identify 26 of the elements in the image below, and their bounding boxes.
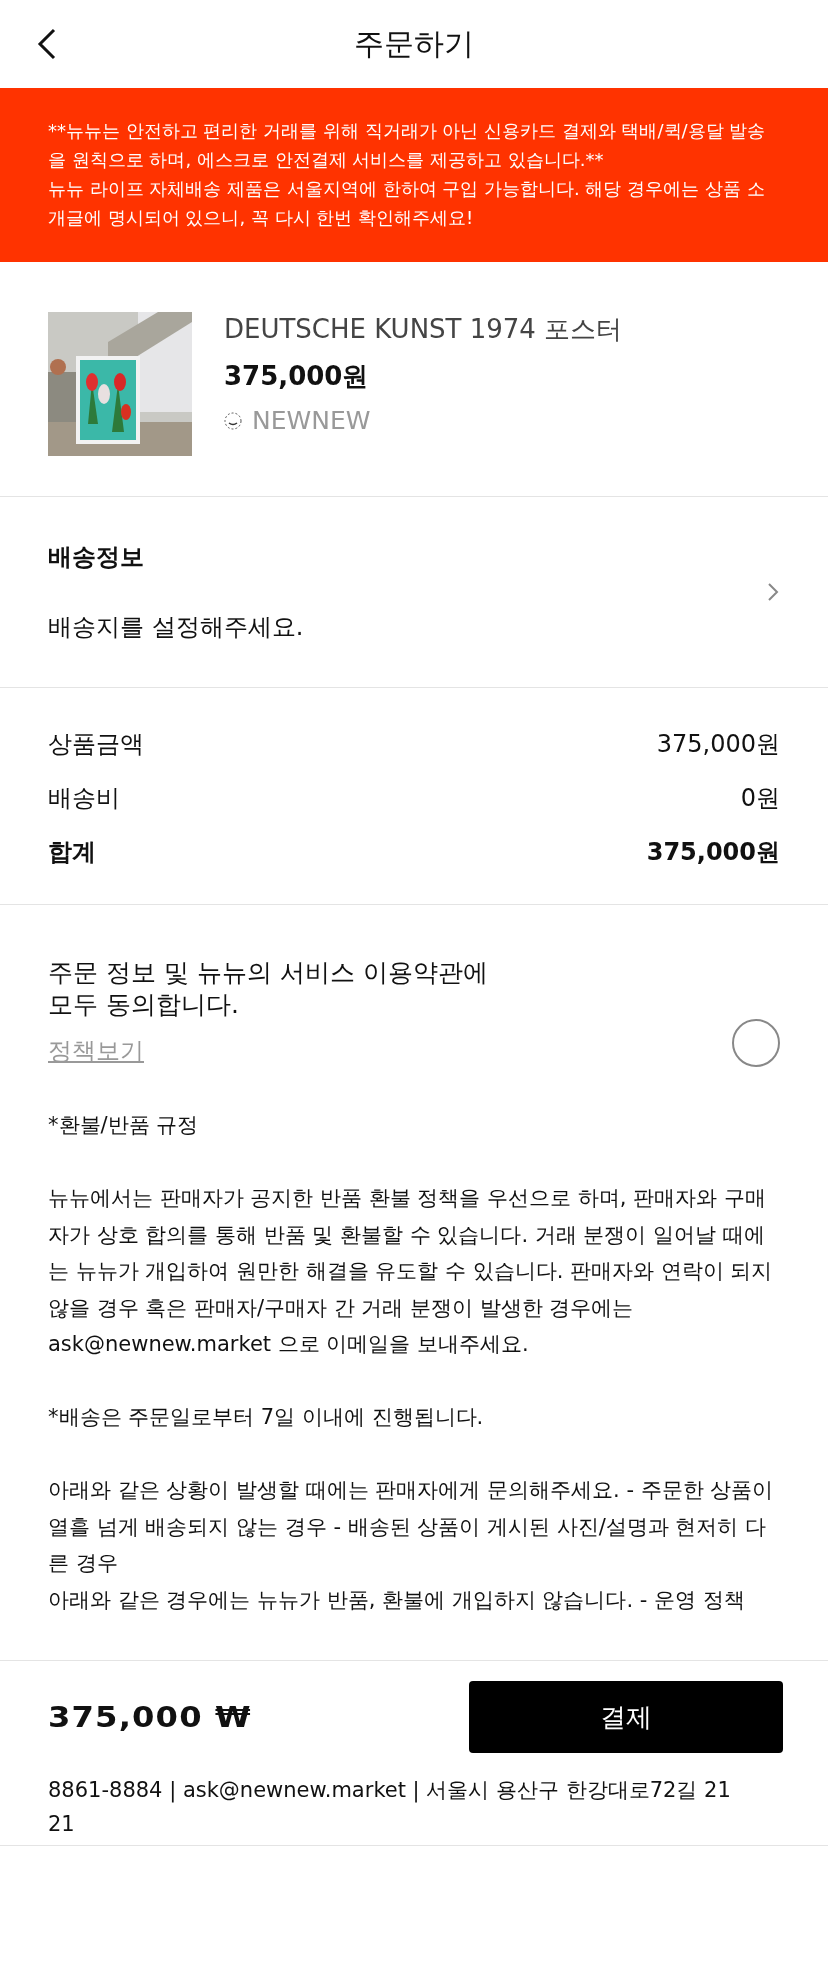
terms-text: *환불/반품 규정 [48, 1112, 200, 1139]
seller-logo-icon [224, 411, 242, 430]
total-price: 375,000 ₩ [48, 1700, 252, 1734]
summary-value: 0원 [740, 783, 780, 814]
page-title: 주문하기 [354, 24, 474, 63]
summary-value: 375,000원 [646, 837, 780, 868]
terms-text: 아래와 같은 상황이 발생할 때에는 판매자에게 문의해주세요. - 주문한 상품이 열흘 넘게 배송되지 않는 경우 - 배송된 상품이 게시된 사진/설명과 현저히 다른 경우 아래와 같은 경우에는 뉴뉴가 반품, 환불에 개입하지 않습니다. - 운영 정책 [48, 1477, 775, 1614]
seller-name: NEWNEW [252, 406, 371, 435]
summary-label: 상품금액 [48, 729, 144, 760]
shipping-info-row[interactable]: 배송정보 배송지를 설정해주세요. [0, 497, 828, 688]
agree-checkbox[interactable] [732, 1019, 780, 1067]
agreement-text: 주문 정보 및 뉴뉴의 서비스 이용약관에 모두 동의합니다. [48, 957, 488, 1021]
terms-text: *배송은 주문일로부터 7일 이내에 진행됩니다. [48, 1404, 485, 1431]
terms-text: 뉴뉴에서는 판매자가 공지한 반품 환불 정책을 우선으로 하며, 판매자와 구매자가 상호 합의를 통해 반품 및 환불할 수 있습니다. 거래 분쟁이 일어날 때에는 뉴뉴가 개입하여 원만한 해결을 유도할 수 있습니다. 판매자와 연락이 되지 않을 경우 혹은 판매자/구매자 간 거래 분쟁이 발생한 경우에는 ask@newnew.market 으로 이메일을 보내주세요. [48, 1185, 774, 1358]
footer-info: 8861-8884 | ask@newnew.market | 서울시 용산구 한강대로72길 21 21 [47, 1777, 732, 1838]
section-title: 배송정보 [48, 542, 145, 573]
product-name: DEUTSCHE KUNST 1974 포스터 [224, 313, 623, 346]
notice-text: **뉴뉴는 안전하고 편리한 거래를 위해 직거래가 아닌 신용카드 결제와 택배/퀵/용달 발송을 원칙으로 하며, 에스크로 안전결제 서비스를 제공하고 있습니다.** [48, 119, 767, 172]
product-price: 375,000원 [224, 360, 370, 393]
pay-button[interactable]: 결제 [469, 1681, 783, 1753]
address-placeholder: 배송지를 설정해주세요. [48, 612, 304, 643]
notice-text: 뉴뉴 라이프 자체배송 제품은 서울지역에 한하여 구입 가능합니다. 해당 경우에는 상품 소개글에 명시되어 있으니, 꼭 다시 한번 확인해주세요! [48, 177, 766, 230]
chevron-right-icon [766, 581, 780, 603]
summary-label: 합계 [48, 837, 96, 868]
summary-label: 배송비 [48, 783, 120, 814]
summary-value: 375,000원 [656, 729, 780, 760]
